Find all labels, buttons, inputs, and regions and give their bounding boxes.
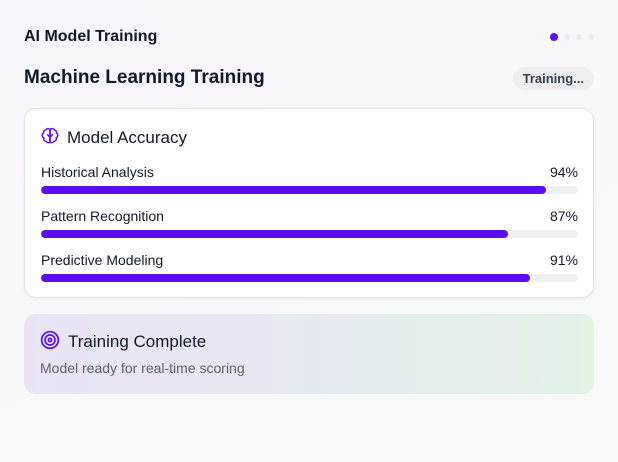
step-dot-2[interactable] [564,34,570,40]
step-indicator [550,33,594,41]
metric-historical-analysis: Historical Analysis 94% [41,163,578,194]
progress-fill [41,230,509,238]
model-accuracy-header: Model Accuracy [41,127,187,149]
target-icon [40,330,60,355]
progress-fill [41,186,546,194]
model-accuracy-title: Model Accuracy [67,128,187,147]
progress-track [41,230,578,238]
section-header: Machine Learning Training Training... [24,66,594,90]
page-title: Machine Learning Training [24,67,265,88]
progress-track [41,186,578,194]
training-complete-subtitle: Model ready for real-time scoring [40,360,245,376]
training-complete-card: Training Complete Model ready for real-t… [24,314,594,394]
progress-fill [41,274,530,282]
brain-icon [41,127,59,150]
step-dot-3[interactable] [576,34,582,40]
metric-value: 94% [549,164,578,180]
step-dot-4[interactable] [588,34,594,40]
app-header: AI Model Training [24,26,594,48]
model-accuracy-card: Model Accuracy Historical Analysis 94% P… [24,108,594,298]
metric-label: Predictive Modeling [41,252,164,268]
training-complete-header: Training Complete [40,330,207,355]
metric-value: 87% [549,208,578,224]
metric-value: 91% [549,252,578,268]
metric-label: Historical Analysis [41,164,154,180]
metric-label: Pattern Recognition [41,208,164,224]
progress-track [41,274,578,282]
status-badge: Training... [512,66,594,90]
metric-predictive-modeling: Predictive Modeling 91% [41,251,578,282]
training-complete-title: Training Complete [68,332,207,351]
app-title: AI Model Training [24,28,158,45]
metric-pattern-recognition: Pattern Recognition 87% [41,207,578,238]
step-dot-1[interactable] [550,33,558,41]
